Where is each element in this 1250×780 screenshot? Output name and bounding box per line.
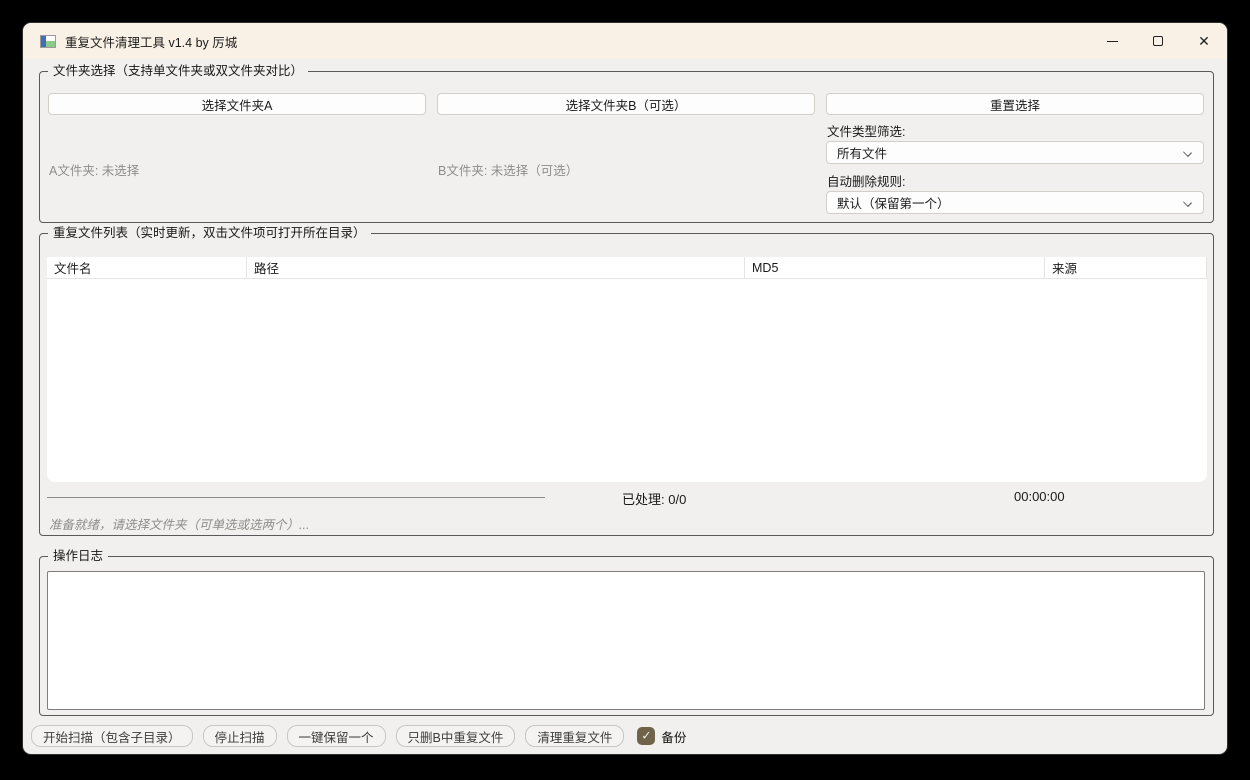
backup-checkbox[interactable]: ✓ — [637, 727, 655, 745]
processed-count: 已处理: 0/0 — [622, 489, 686, 508]
file-type-filter-select[interactable]: 所有文件 — [826, 141, 1204, 164]
select-folder-a-button[interactable]: 选择文件夹A — [48, 93, 426, 115]
duplicate-list-label: 重复文件列表（实时更新，双击文件项可打开所在目录） — [48, 225, 371, 242]
status-message: 准备就绪，请选择文件夹（可单选或选两个）... — [49, 514, 309, 533]
column-header-filename[interactable]: 文件名 — [47, 257, 247, 278]
folder-group-label: 文件夹选择（支持单文件夹或双文件夹对比） — [48, 63, 308, 80]
file-type-filter-value: 所有文件 — [837, 143, 887, 162]
table-header-row: 文件名 路径 MD5 来源 — [47, 257, 1207, 279]
file-type-filter-label: 文件类型筛选: — [827, 121, 905, 140]
folder-b-status: B文件夹: 未选择（可选） — [438, 160, 578, 179]
column-header-source[interactable]: 来源 — [1045, 257, 1207, 278]
auto-delete-rule-value: 默认（保留第一个） — [837, 193, 950, 212]
auto-delete-rule-select[interactable]: 默认（保留第一个） — [826, 191, 1204, 214]
minimize-button[interactable] — [1089, 23, 1135, 59]
backup-label: 备份 — [661, 727, 686, 746]
maximize-icon — [1153, 36, 1163, 46]
folder-selection-group: 文件夹选择（支持单文件夹或双文件夹对比） 选择文件夹A 选择文件夹B（可选） 重… — [39, 71, 1214, 223]
column-header-path[interactable]: 路径 — [247, 257, 745, 278]
checkmark-icon: ✓ — [641, 730, 651, 742]
clean-duplicates-button[interactable]: 清理重复文件 — [525, 725, 624, 747]
auto-delete-rule-label: 自动删除规则: — [827, 171, 905, 190]
folder-a-status: A文件夹: 未选择 — [49, 160, 139, 179]
log-textarea[interactable] — [47, 571, 1205, 710]
window-title: 重复文件清理工具 v1.4 by 厉城 — [65, 32, 237, 51]
column-header-md5[interactable]: MD5 — [745, 257, 1045, 278]
reset-selection-button[interactable]: 重置选择 — [826, 93, 1204, 115]
elapsed-time: 00:00:00 — [1014, 489, 1065, 504]
keep-one-button[interactable]: 一键保留一个 — [287, 725, 386, 747]
stop-scan-button[interactable]: 停止扫描 — [203, 725, 277, 747]
select-folder-b-button[interactable]: 选择文件夹B（可选） — [437, 93, 815, 115]
chevron-down-icon — [1183, 198, 1192, 207]
delete-b-duplicates-button[interactable]: 只删B中重复文件 — [396, 725, 516, 747]
start-scan-button[interactable]: 开始扫描（包含子目录） — [31, 725, 193, 747]
operation-log-group: 操作日志 — [39, 556, 1214, 716]
duplicate-file-table: 文件名 路径 MD5 来源 — [47, 257, 1207, 482]
chevron-down-icon — [1183, 148, 1192, 157]
duplicate-list-group: 重复文件列表（实时更新，双击文件项可打开所在目录） 文件名 路径 MD5 来源 … — [39, 233, 1214, 536]
titlebar: 重复文件清理工具 v1.4 by 厉城 ✕ — [23, 23, 1227, 59]
operation-log-label: 操作日志 — [48, 548, 108, 565]
close-icon: ✕ — [1198, 34, 1210, 48]
app-window: 重复文件清理工具 v1.4 by 厉城 ✕ 文件夹选择（支持单文件夹或双文件夹对… — [22, 22, 1228, 755]
minimize-icon — [1107, 41, 1118, 42]
table-body-empty — [47, 279, 1207, 482]
close-button[interactable]: ✕ — [1181, 23, 1227, 59]
scan-progress-bar — [47, 497, 545, 498]
maximize-button[interactable] — [1135, 23, 1181, 59]
app-icon — [40, 35, 56, 48]
action-bar: 开始扫描（包含子目录） 停止扫描 一键保留一个 只删B中重复文件 清理重复文件 … — [31, 725, 686, 747]
